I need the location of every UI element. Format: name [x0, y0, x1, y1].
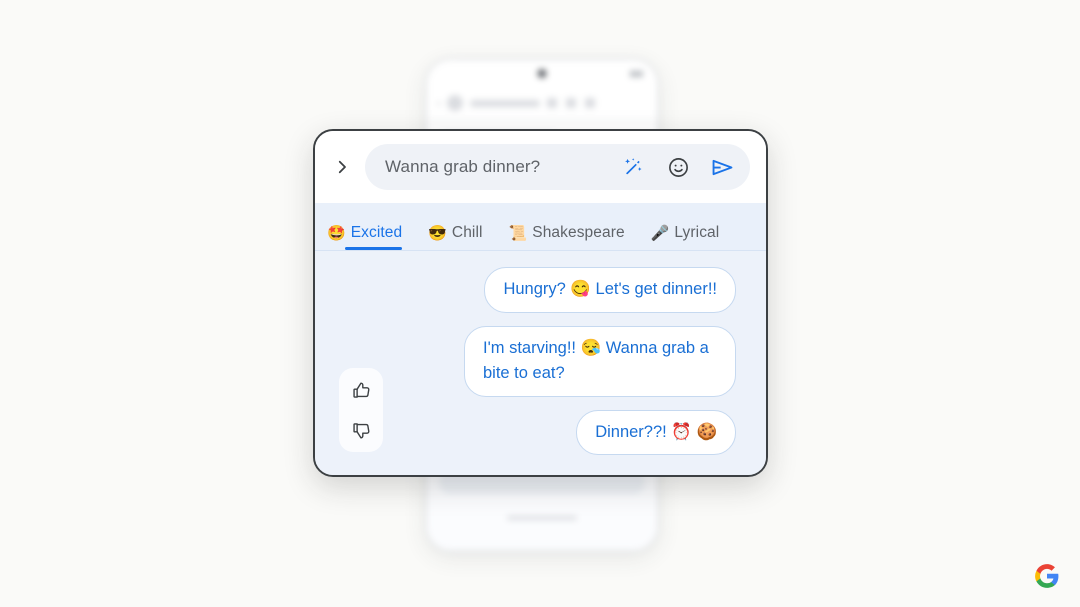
phone-video-icon — [547, 98, 558, 108]
scroll-emoji: 📜 — [508, 224, 528, 242]
chevron-right-icon[interactable] — [329, 154, 355, 180]
tab-label: Shakespeare — [532, 224, 625, 241]
tab-label: Chill — [451, 224, 483, 241]
status-icons: ▮▮▮ — [629, 68, 643, 78]
status-time — [441, 69, 450, 78]
thumb-down-icon[interactable] — [346, 415, 376, 445]
phone-home-indicator — [507, 516, 577, 520]
send-icon[interactable] — [708, 153, 736, 181]
tab-label: Excited — [350, 224, 403, 241]
magic-wand-icon[interactable] — [620, 153, 648, 181]
phone-app-actions — [547, 98, 596, 108]
tab-shakespeare[interactable]: 📜 Shakespeare — [509, 224, 625, 250]
compose-row: Wanna grab dinner? — [315, 131, 766, 203]
emoji-icon[interactable] — [664, 153, 692, 181]
phone-overflow-icon — [585, 98, 596, 108]
phone-back-icon: ‹ — [437, 97, 441, 109]
suggestion-bubble[interactable]: Dinner??! ⏰ 🍪 — [576, 409, 736, 456]
phone-contact-avatar — [447, 95, 464, 111]
tab-chill[interactable]: 😎 Chill — [428, 224, 482, 250]
feedback-card — [339, 368, 383, 452]
suggestion-list: Hungry? 😋 Let's get dinner!! I'm starvin… — [315, 251, 766, 475]
microphone-emoji: 🎤 — [650, 224, 670, 242]
message-input-text[interactable]: Wanna grab dinner? — [385, 157, 604, 177]
star-struck-emoji: 🤩 — [327, 224, 346, 242]
suggestion-bubble[interactable]: I'm starving!! 😪 Wanna grab a bite to ea… — [464, 325, 736, 397]
thumb-up-icon[interactable] — [346, 375, 376, 405]
sunglasses-emoji: 😎 — [428, 224, 447, 242]
phone-call-icon — [566, 98, 577, 108]
phone-contact-name — [470, 99, 541, 107]
suggestion-bubble[interactable]: Hungry? 😋 Let's get dinner!! — [484, 267, 736, 313]
phone-camera-notch — [537, 69, 547, 78]
google-g-logo — [1034, 563, 1060, 589]
tab-label: Lyrical — [674, 224, 720, 241]
message-input-pill[interactable]: Wanna grab dinner? — [365, 144, 750, 190]
tab-excited[interactable]: 🤩 Excited — [327, 224, 403, 250]
phone-app-bar: ‹ — [427, 86, 657, 121]
tab-lyrical[interactable]: 🎤 Lyrical — [651, 224, 720, 250]
tone-tab-bar: 🤩 Excited 😎 Chill 📜 Shakespeare 🎤 Lyrica… — [315, 203, 766, 251]
smart-reply-panel: Wanna grab dinner? 🤩 Excited 😎 Chill 📜 S… — [313, 129, 768, 477]
